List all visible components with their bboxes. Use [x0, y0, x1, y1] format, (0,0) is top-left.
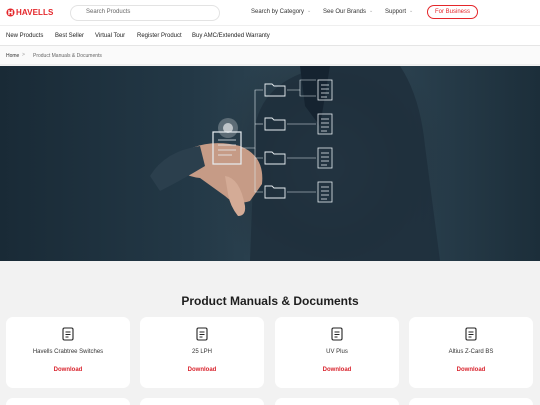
menu-item-buy-amc[interactable]: Buy AMC/Extended Warranty — [192, 33, 270, 39]
for-business-button[interactable]: For Business — [427, 5, 478, 19]
nav-see-our-brands-label: See Our Brands — [323, 9, 367, 15]
document-card-partial[interactable] — [140, 398, 264, 405]
document-card[interactable]: 25 LPH Download — [140, 317, 264, 388]
menu-item-best-seller[interactable]: Best Seller — [55, 33, 84, 39]
hero-banner — [0, 66, 540, 261]
nav-search-by-category-label: Search by Category — [251, 9, 305, 15]
hero-illustration — [150, 66, 440, 261]
document-icon — [196, 327, 208, 346]
download-link[interactable]: Download — [409, 367, 533, 373]
breadcrumb-current: Product Manuals & Documents — [33, 53, 102, 59]
nav-search-by-category[interactable]: Search by Category ⌄ — [251, 8, 312, 15]
search-placeholder: Search Products — [86, 9, 131, 15]
document-card-partial[interactable] — [275, 398, 399, 405]
download-link[interactable]: Download — [275, 367, 399, 373]
chevron-down-icon: ⌄ — [307, 8, 312, 14]
document-card-name: Havells Crabtree Switches — [32, 349, 104, 355]
document-card[interactable]: Havells Crabtree Switches Download — [6, 317, 130, 388]
chevron-down-icon: ⌄ — [409, 8, 414, 14]
chevron-down-icon: ⌄ — [369, 8, 374, 14]
document-card-name: 25 LPH — [191, 349, 212, 355]
section-title: Product Manuals & Documents — [181, 294, 359, 308]
nav-see-our-brands[interactable]: See Our Brands ⌄ — [323, 8, 374, 15]
download-link[interactable]: Download — [140, 367, 264, 373]
menu-item-virtual-tour[interactable]: Virtual Tour — [95, 33, 125, 39]
breadcrumb-home[interactable]: Home — [6, 53, 19, 59]
document-icon — [62, 327, 74, 346]
document-card[interactable]: Altius Z-Card BS Download — [409, 317, 533, 388]
top-header: HAVELLS Search Products Search by Catego… — [0, 0, 540, 25]
document-card-name: Altius Z-Card BS — [448, 349, 494, 355]
search-input[interactable]: Search Products — [70, 5, 220, 21]
menu-item-register-product[interactable]: Register Product — [137, 33, 182, 39]
breadcrumb-separator: > — [22, 52, 25, 58]
document-card-partial[interactable] — [409, 398, 533, 405]
document-card-name: UV Plus — [326, 349, 348, 355]
download-link[interactable]: Download — [6, 367, 130, 373]
document-card-partial[interactable] — [6, 398, 130, 405]
logo-wordmark: HAVELLS — [16, 8, 54, 17]
nav-support[interactable]: Support ⌄ — [385, 8, 414, 15]
breadcrumb: Home > Product Manuals & Documents — [0, 46, 540, 65]
document-card[interactable]: UV Plus Download — [275, 317, 399, 388]
menu-item-new-products[interactable]: New Products — [6, 33, 43, 39]
document-icon — [331, 327, 343, 346]
document-icon — [465, 327, 477, 346]
nav-support-label: Support — [385, 9, 407, 15]
main-menu: New Products Best Seller Virtual Tour Re… — [0, 25, 540, 46]
havells-logo[interactable]: HAVELLS — [6, 8, 53, 17]
logo-mark-icon — [6, 8, 15, 17]
